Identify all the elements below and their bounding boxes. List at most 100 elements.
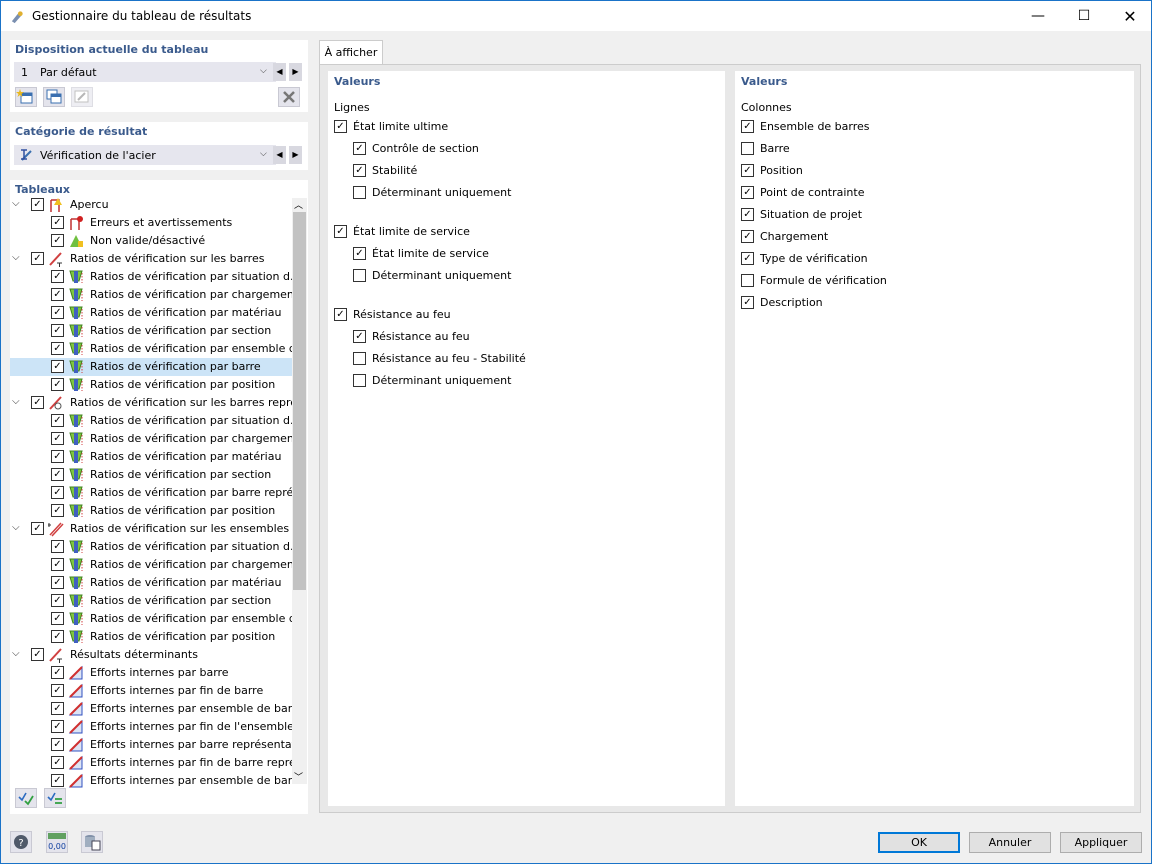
checkbox[interactable] [353,374,366,387]
tree-row[interactable]: ✓ Ratios de vérification par matériau [10,304,292,322]
tree-checkbox[interactable]: ✓ [51,666,64,679]
tree-row[interactable]: ✓ Ratios de vérification par barre repré.… [10,484,292,502]
tree-checkbox[interactable]: ✓ [51,756,64,769]
tree-checkbox[interactable]: ✓ [51,774,64,787]
checkbox[interactable]: ✓ [334,308,347,321]
checkbox[interactable] [741,142,754,155]
checkbox[interactable]: ✓ [741,252,754,265]
tree-checkbox[interactable]: ✓ [51,702,64,715]
tab-display[interactable]: À afficher [319,40,383,65]
tree-checkbox[interactable]: ✓ [31,198,44,211]
tree-checkbox[interactable]: ✓ [51,576,64,589]
category-select[interactable]: Vérification de l'acier ⌵ [14,145,276,165]
tree-row[interactable]: ✓ Ratios de vérification par position [10,502,292,520]
tree-checkbox[interactable]: ✓ [51,486,64,499]
expand-icon[interactable]: ⌵ [12,396,20,407]
check-all-button[interactable] [15,788,37,808]
tree-checkbox[interactable]: ✓ [51,558,64,571]
tree-checkbox[interactable]: ✓ [51,738,64,751]
category-prev-button[interactable]: ◀ [273,146,286,164]
tree-row[interactable]: ✓ Ratios de vérification par section [10,466,292,484]
rename-layout-button[interactable] [71,87,93,107]
expand-icon[interactable]: ⌵ [12,648,20,659]
tree-checkbox[interactable]: ✓ [51,450,64,463]
tree-row[interactable]: ✓ Efforts internes par fin de barre repré… [10,754,292,772]
tree-checkbox[interactable]: ✓ [51,234,64,247]
tree-checkbox[interactable]: ✓ [51,684,64,697]
tree-row[interactable]: ✓ Ratios de vérification par section [10,322,292,340]
maximize-button[interactable]: ☐ [1061,1,1107,32]
tree-row[interactable]: ✓ Ratios de vérification par chargement [10,430,292,448]
checkbox[interactable]: ✓ [741,296,754,309]
tree-row[interactable]: ✓ Efforts internes par ensemble de barr..… [10,772,292,788]
tree-row[interactable]: ✓ Ratios de vérification par position [10,376,292,394]
checkbox[interactable]: ✓ [334,225,347,238]
checkbox[interactable] [353,352,366,365]
layout-next-button[interactable]: ▶ [289,63,302,81]
tree-row[interactable]: ✓ Ratios de vérification par ensemble d..… [10,610,292,628]
scroll-thumb[interactable] [293,212,306,590]
tree-checkbox[interactable]: ✓ [31,648,44,661]
tree-checkbox[interactable]: ✓ [51,432,64,445]
checkbox[interactable]: ✓ [741,120,754,133]
checkbox[interactable]: ✓ [353,164,366,177]
layout-select[interactable]: 1 Par défaut ⌵ [14,62,276,82]
help-button[interactable]: ? [10,831,32,853]
scroll-up-icon[interactable]: ︿ [294,198,303,211]
close-button[interactable]: ✕ [1107,1,1152,32]
ok-button[interactable]: OK [878,832,960,853]
units-button[interactable]: 0,00 [46,831,68,853]
tree-group-row[interactable]: ⌵ ✓ Résultats déterminants [10,646,292,664]
tree-checkbox[interactable]: ✓ [51,720,64,733]
tree-checkbox[interactable]: ✓ [51,360,64,373]
settings-button[interactable] [81,831,103,853]
tree-checkbox[interactable]: ✓ [51,378,64,391]
tree-row[interactable]: ✓ Ratios de vérification par matériau [10,574,292,592]
tree-row[interactable]: ✓ Efforts internes par barre [10,664,292,682]
checkbox[interactable]: ✓ [353,330,366,343]
tree-row[interactable]: ✓ Efforts internes par fin de barre [10,682,292,700]
tree-row[interactable]: ✓ Ratios de vérification par situation d.… [10,268,292,286]
expand-icon[interactable]: ⌵ [12,198,20,209]
scroll-down-icon[interactable]: ﹀ [294,770,303,783]
tree-checkbox[interactable]: ✓ [51,288,64,301]
cancel-button[interactable]: Annuler [969,832,1051,853]
tree-row[interactable]: ✓ Efforts internes par barre représentat.… [10,736,292,754]
tree-scrollbar[interactable]: ︿ ﹀ [292,198,307,784]
layout-prev-button[interactable]: ◀ [273,63,286,81]
category-next-button[interactable]: ▶ [289,146,302,164]
tree-row[interactable]: ✓ Ratios de vérification par chargement [10,556,292,574]
checkbox[interactable]: ✓ [353,142,366,155]
checkbox[interactable]: ✓ [334,120,347,133]
tree-checkbox[interactable]: ✓ [51,468,64,481]
tree-row[interactable]: ✓ Ratios de vérification par ensemble d..… [10,340,292,358]
uncheck-all-button[interactable] [44,788,66,808]
checkbox[interactable]: ✓ [741,208,754,221]
tree-row[interactable]: ✓ Ratios de vérification par section [10,592,292,610]
checkbox[interactable] [353,269,366,282]
tree-checkbox[interactable]: ✓ [31,252,44,265]
tree-group-row[interactable]: ⌵ ✓ Ratios de vérification sur les ensembl… [10,520,292,538]
tree-checkbox[interactable]: ✓ [51,612,64,625]
checkbox[interactable]: ✓ [741,164,754,177]
new-layout-button[interactable] [15,87,37,107]
tree-row[interactable]: ✓ Efforts internes par ensemble de barr..… [10,700,292,718]
tree-checkbox[interactable]: ✓ [51,630,64,643]
tree-row[interactable]: ✓ Efforts internes par fin de l'ensemble.… [10,718,292,736]
checkbox[interactable]: ✓ [741,186,754,199]
tree-checkbox[interactable]: ✓ [51,342,64,355]
tree-group-row[interactable]: ⌵ ✓ Ratios de vérification sur les barres … [10,394,292,412]
tree-checkbox[interactable]: ✓ [51,504,64,517]
apply-button[interactable]: Appliquer [1060,832,1142,853]
checkbox[interactable]: ✓ [353,247,366,260]
checkbox[interactable] [741,274,754,287]
checkbox[interactable]: ✓ [741,230,754,243]
tree-checkbox[interactable]: ✓ [51,216,64,229]
tree-group-row[interactable]: ⌵ ✓ Apercu [10,196,292,214]
minimize-button[interactable]: — [1015,1,1061,32]
tree-group-row[interactable]: ⌵ ✓ Ratios de vérification sur les barres [10,250,292,268]
tree-row[interactable]: ✓ Ratios de vérification par matériau [10,448,292,466]
tree-checkbox[interactable]: ✓ [31,522,44,535]
tree-row[interactable]: ✓ Ratios de vérification par barre [10,358,292,376]
tree-checkbox[interactable]: ✓ [51,324,64,337]
